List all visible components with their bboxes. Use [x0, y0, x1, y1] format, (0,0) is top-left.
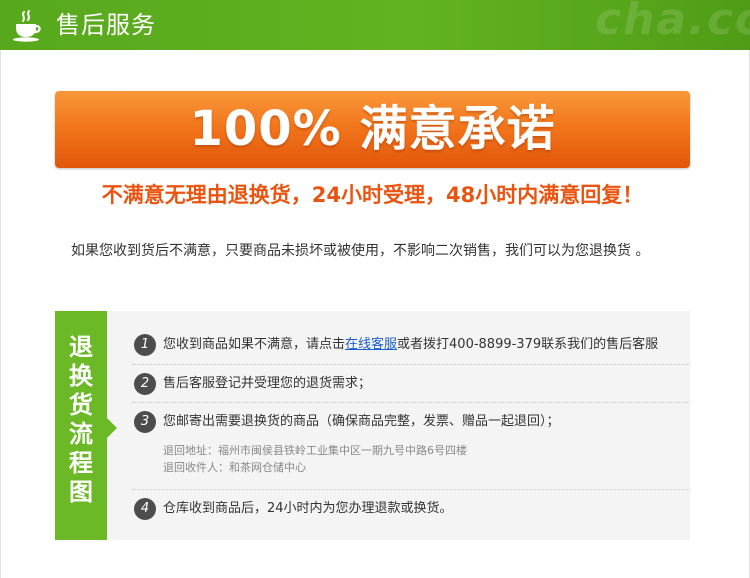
page-title: 售后服务	[56, 11, 156, 39]
step-4-badge: 4	[134, 498, 156, 520]
process-tab: 退换货流程图	[55, 311, 107, 540]
process-tab-char: 程	[69, 449, 93, 477]
satisfaction-banner: 100% 满意承诺	[55, 91, 690, 168]
online-service-link[interactable]: 在线客服	[345, 337, 397, 352]
step-divider	[132, 364, 690, 365]
watermark-text: cha.co echa	[595, 0, 750, 50]
step-3-text: 您邮寄出需要退换货的商品（确保商品完整，发票、赠品一起退回）；	[163, 414, 560, 429]
header-bar: cha.co echa 售后服务	[0, 0, 750, 50]
step-4-text: 仓库收到商品后，24小时内为您办理退款或换货。	[163, 501, 453, 516]
step-1-after: 或者拨打400-8899-379联系我们的售后客服	[397, 337, 659, 352]
step-1-before: 您收到商品如果不满意，请点击	[163, 337, 346, 352]
step-2-text: 售后客服登记并受理您的退货需求；	[163, 376, 372, 391]
process-tab-label: 退换货流程图	[55, 333, 107, 507]
banner-heading: 100% 满意承诺	[189, 101, 556, 157]
intro-text: 如果您收到货后不满意，只要商品未损坏或被使用，不影响二次销售，我们可以为您退换货…	[71, 243, 650, 259]
step-1-text: 您收到商品如果不满意，请点击在线客服或者拨打400-8899-379联系我们的售…	[163, 335, 658, 355]
process-tab-char: 货	[69, 391, 93, 419]
promise-headline: 不满意无理由退换货，24小时受理，48小时内满意回复！	[101, 183, 644, 207]
step-divider	[132, 402, 690, 403]
step-2-badge: 2	[134, 373, 156, 395]
process-tab-char: 流	[69, 420, 93, 448]
process-tab-char: 退	[69, 333, 93, 361]
return-address: 退回地址：福州市闽侯县铁岭工业集中区一期九号中路6号四楼	[163, 444, 467, 457]
step-3-badge: 3	[134, 411, 156, 433]
step-1-badge: 1	[134, 334, 156, 356]
tab-arrow-icon	[107, 418, 117, 438]
tea-cup-icon	[13, 10, 41, 42]
return-receiver: 退回收件人：和茶网仓储中心	[163, 461, 306, 474]
step-divider	[132, 489, 690, 490]
process-tab-char: 换	[69, 362, 93, 390]
process-tab-char: 图	[69, 478, 93, 506]
